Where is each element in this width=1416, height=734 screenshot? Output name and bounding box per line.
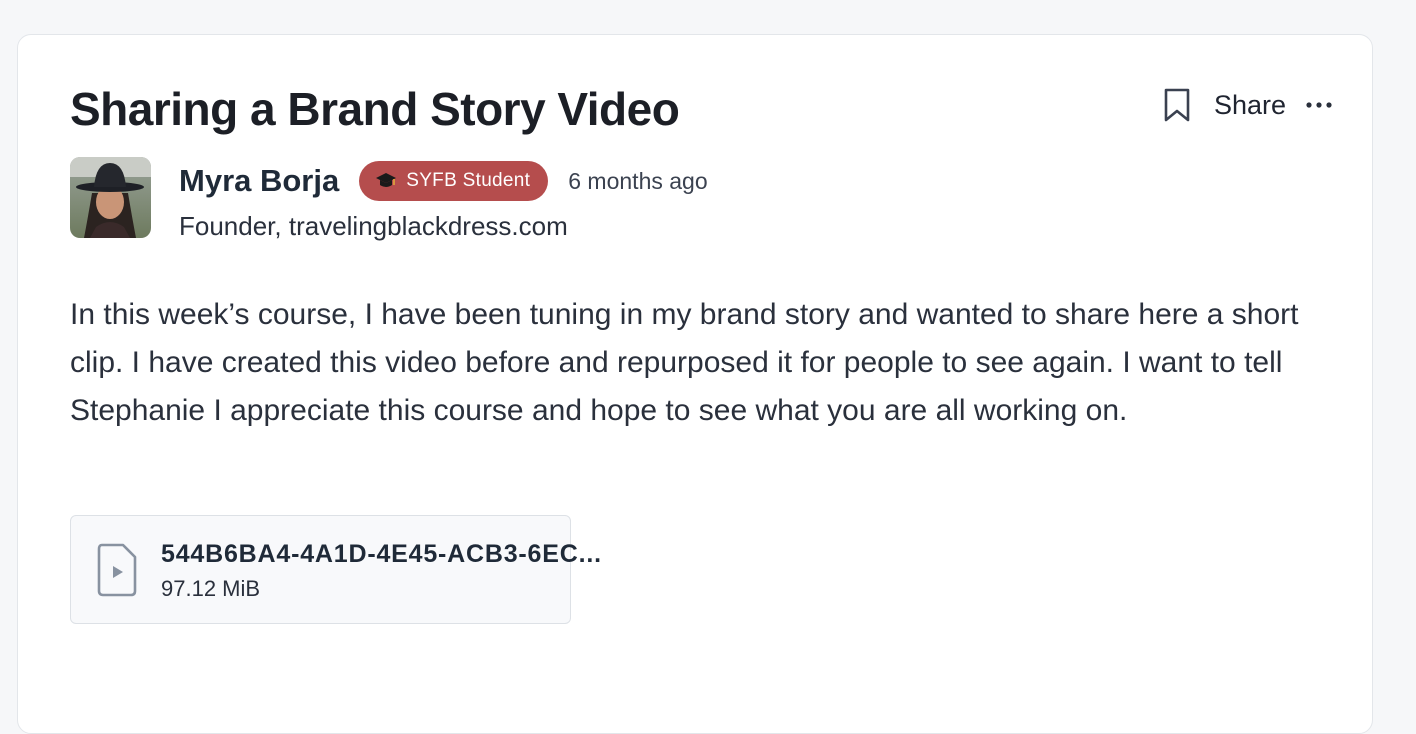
post-actions: Share [1162, 85, 1334, 125]
author-role: Founder, travelingblackdress.com [179, 211, 568, 241]
share-button[interactable]: Share [1214, 85, 1286, 125]
post-timestamp: 6 months ago [568, 167, 708, 194]
post-title: Sharing a Brand Story Video [70, 83, 680, 135]
graduation-cap-icon [375, 172, 397, 190]
file-attachment[interactable]: 544B6BA4-4A1D-4E45-ACB3-6EC... 97.12 MiB [70, 515, 601, 624]
attachment-file-size: 97.12 MiB [161, 576, 261, 601]
attachment-file-name: 544B6BA4-4A1D-4E45-ACB3-6EC... [161, 540, 602, 568]
status-badge: SYFB Student [359, 161, 549, 201]
badge-label: SYFB Student [406, 170, 531, 191]
author-row: Myra Borja SYFB Student 6 months ago [179, 159, 708, 203]
post-body: In this week’s course, I have been tunin… [70, 298, 1299, 427]
bookmark-icon[interactable] [1162, 86, 1192, 124]
more-horizontal-icon[interactable] [1304, 90, 1334, 120]
video-file-icon [95, 542, 139, 598]
author-name[interactable]: Myra Borja [179, 163, 339, 199]
post-card: Sharing a Brand Story Video Share Myra B… [17, 34, 1373, 734]
avatar[interactable] [70, 157, 151, 238]
